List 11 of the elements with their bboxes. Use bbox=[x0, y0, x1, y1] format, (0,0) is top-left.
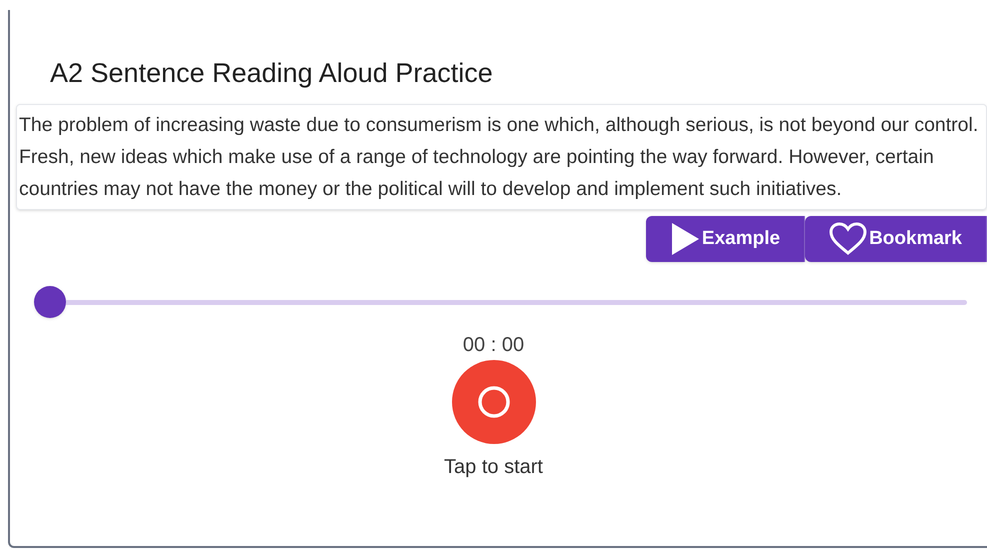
example-button[interactable]: Example bbox=[646, 216, 806, 262]
slider-thumb[interactable] bbox=[34, 286, 66, 318]
page-title: A2 Sentence Reading Aloud Practice bbox=[50, 57, 494, 90]
record-hint: Tap to start bbox=[444, 455, 543, 480]
bookmark-button[interactable]: Bookmark bbox=[805, 216, 987, 262]
passage-text: The problem of increasing waste due to consumerism is one which, although serious, is not beyond our control. Fresh, new ideas which make use of a range of technology are pointing the way forward. However, certain countries may not have the money or the political will to develop and implement such initiatives. bbox=[19, 113, 980, 202]
slider-track[interactable] bbox=[66, 300, 967, 304]
heart-icon bbox=[829, 222, 868, 256]
circle-icon bbox=[476, 385, 510, 419]
timer-text: 00 : 00 bbox=[462, 333, 524, 358]
play-icon bbox=[670, 222, 700, 256]
